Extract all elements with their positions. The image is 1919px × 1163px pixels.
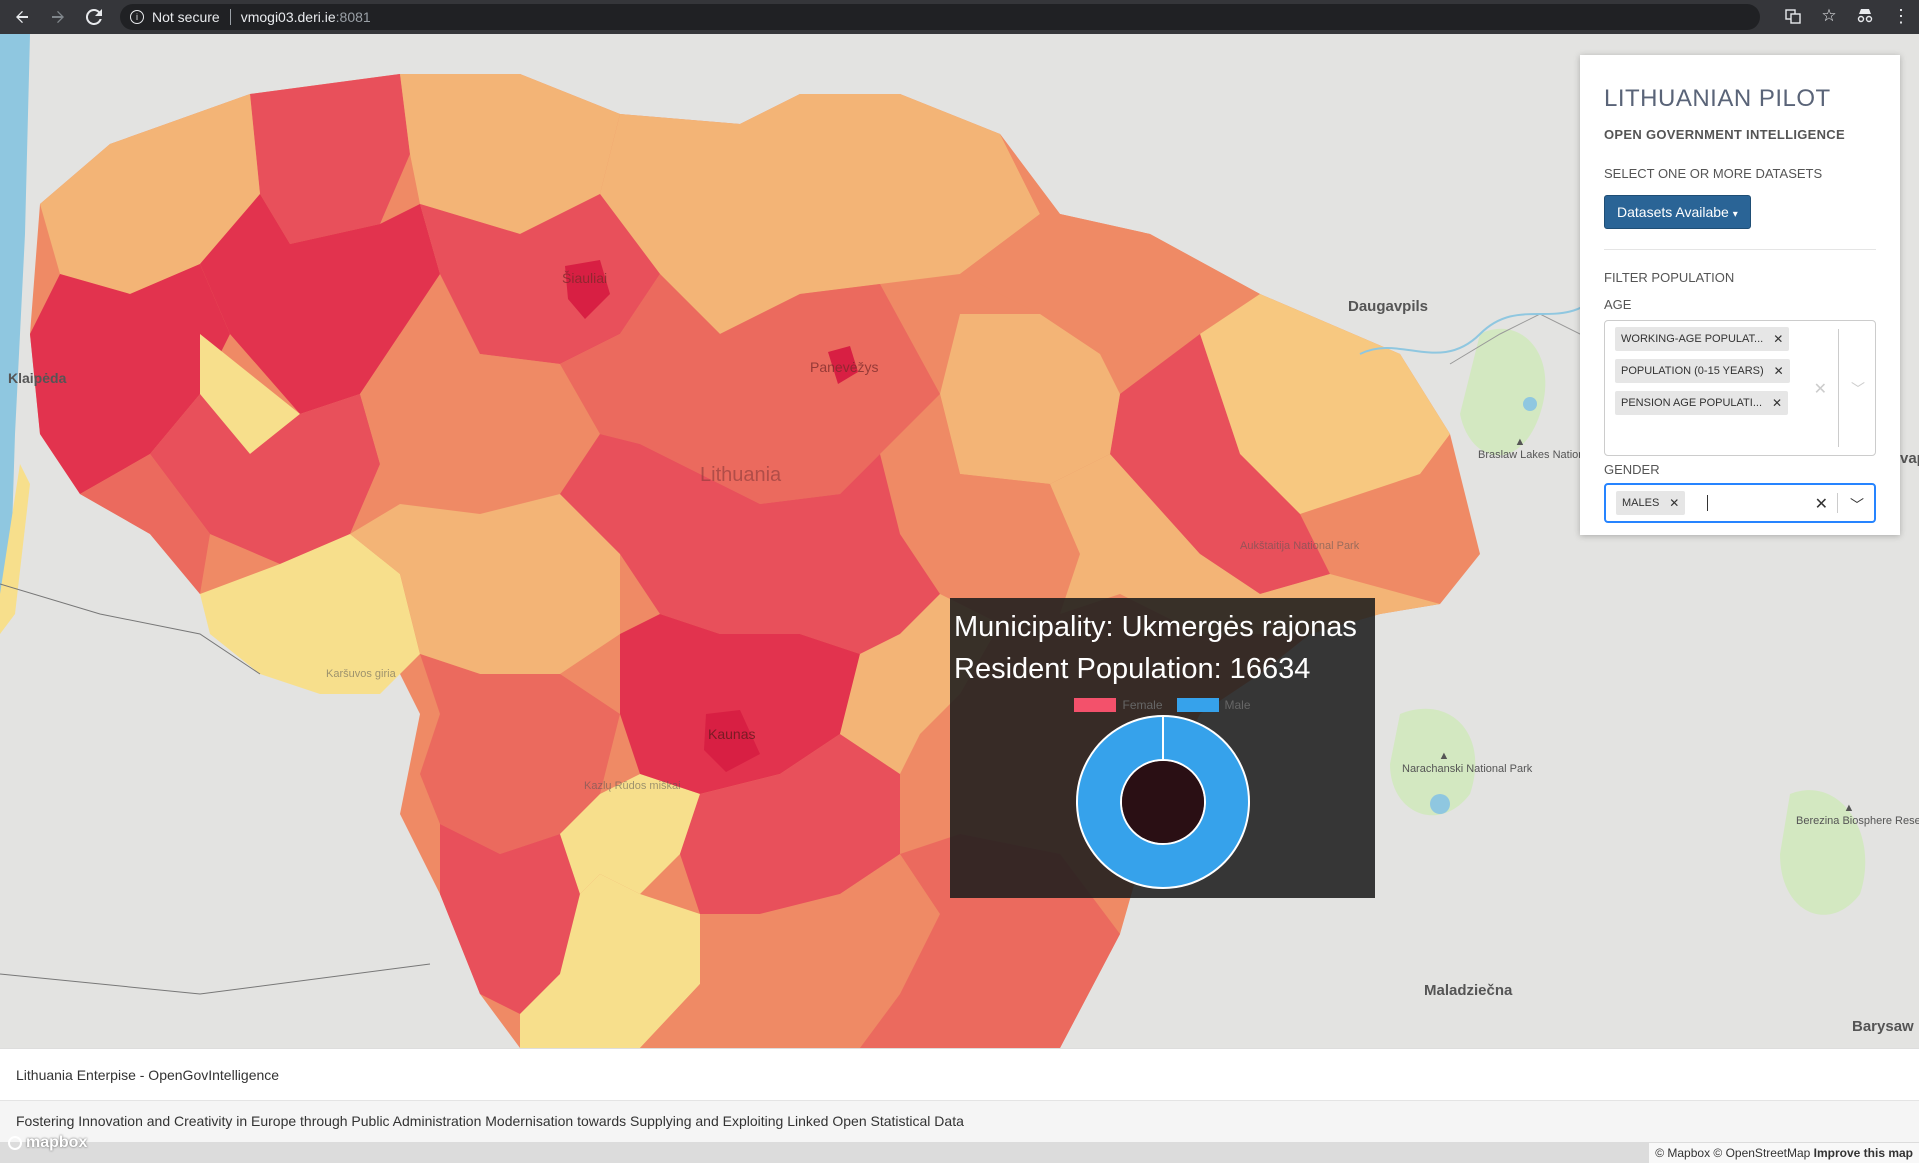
municipality-tooltip: Municipality: Ukmergės rajonas Resident … <box>950 598 1375 898</box>
chip-label: MALES <box>1622 497 1660 509</box>
city-label: Panevėžys <box>810 359 879 375</box>
datasets-hint: SELECT ONE OR MORE DATASETS <box>1604 166 1823 181</box>
park-name: Kazlų Rūdos miškai <box>584 780 681 792</box>
legend-label-female: Female <box>1122 698 1163 712</box>
city-label: Šiauliai <box>562 270 608 286</box>
info-icon[interactable]: i <box>130 10 144 24</box>
filter-label: FILTER POPULATION <box>1604 270 1735 285</box>
tree-icon: ▲ <box>1843 802 1855 814</box>
age-chip: WORKING-AGE POPULAT... ✕ <box>1615 327 1790 351</box>
address-bar[interactable]: i Not secure vmogi03.deri.ie :8081 <box>120 4 1760 30</box>
age-chip: PENSION AGE POPULATI... ✕ <box>1615 391 1789 415</box>
datasets-button-label: Datasets Availabe <box>1617 204 1729 220</box>
incognito-icon[interactable] <box>1855 6 1875 26</box>
chip-remove-icon[interactable]: ✕ <box>1774 364 1784 378</box>
footer-description-text: Fostering Innovation and Creativity in E… <box>16 1113 964 1129</box>
url-host: vmogi03.deri.ie <box>240 9 336 25</box>
country-label: Lithuania <box>700 464 782 486</box>
tooltip-municipality: Municipality: Ukmergės rajonas <box>954 611 1357 643</box>
legend-swatch-female <box>1074 698 1117 712</box>
datasets-dropdown-button[interactable]: Datasets Availabe ▾ <box>1604 195 1751 229</box>
divider <box>1604 249 1876 250</box>
park-label: Aukštaitija National Park <box>1240 540 1359 553</box>
forward-arrow-icon[interactable] <box>44 3 72 31</box>
chip-label: PENSION AGE POPULATI... <box>1621 397 1763 409</box>
chip-label: WORKING-AGE POPULAT... <box>1621 333 1764 345</box>
edge-label: vap <box>1900 450 1919 467</box>
footer-description: Fostering Innovation and Creativity in E… <box>0 1100 1919 1142</box>
age-chip: POPULATION (0-15 YEARS) ✕ <box>1615 359 1790 383</box>
legend-label-male: Male <box>1224 698 1251 712</box>
tree-icon: ▲ <box>1438 750 1450 762</box>
mapbox-icon <box>8 1136 22 1150</box>
star-icon[interactable]: ☆ <box>1819 6 1839 26</box>
panel-subtitle: OPEN GOVERNMENT INTELLIGENCE <box>1604 127 1845 142</box>
park-label: Karšuvos giria <box>326 668 396 681</box>
park-name: Narachanski National Park <box>1402 763 1533 775</box>
control-panel: LITHUANIAN PILOT OPEN GOVERNMENT INTELLI… <box>1580 55 1900 535</box>
improve-map-link[interactable]: Improve this map <box>1814 1146 1913 1160</box>
text-cursor <box>1707 495 1709 511</box>
menu-icon[interactable]: ⋮ <box>1891 6 1911 26</box>
age-multiselect[interactable]: WORKING-AGE POPULAT... ✕ POPULATION (0-1… <box>1604 320 1876 456</box>
attribution-text[interactable]: © Mapbox © OpenStreetMap <box>1655 1146 1810 1160</box>
border-line <box>0 963 431 995</box>
lake <box>1430 794 1450 814</box>
footer-title-text: Lithuania Enterpise - OpenGovIntelligenc… <box>16 1067 280 1083</box>
browser-toolbar: i Not secure vmogi03.deri.ie :8081 ☆ ⋮ <box>0 0 1919 34</box>
gender-donut-chart <box>1076 715 1250 889</box>
caret-down-icon: ▾ <box>1732 209 1738 220</box>
chip-remove-icon[interactable]: ✕ <box>1669 496 1679 510</box>
chip-remove-icon[interactable]: ✕ <box>1772 396 1782 410</box>
footer-title: Lithuania Enterpise - OpenGovIntelligenc… <box>0 1048 1919 1100</box>
gender-label: GENDER <box>1604 462 1660 477</box>
age-label: AGE <box>1604 297 1632 312</box>
panel-title: LITHUANIAN PILOT <box>1604 85 1831 112</box>
translate-icon[interactable] <box>1783 6 1803 26</box>
mapbox-logo[interactable]: mapbox <box>8 1134 87 1152</box>
legend-item-female[interactable]: Female <box>1074 698 1163 712</box>
donut-hole <box>1122 761 1204 843</box>
chip-remove-icon[interactable]: ✕ <box>1773 332 1783 346</box>
park-name: Aukštaitija National Park <box>1240 540 1360 552</box>
city-label: Maladziečna <box>1424 982 1513 999</box>
reload-icon[interactable] <box>80 3 108 31</box>
park-label: ▲ Braslaw Lakes National Park <box>1478 436 1619 462</box>
back-arrow-icon[interactable] <box>8 3 36 31</box>
separator <box>229 9 231 25</box>
gender-chip: MALES ✕ <box>1616 491 1686 515</box>
legend-item-male[interactable]: Male <box>1176 698 1251 712</box>
clear-icon[interactable]: ✕ <box>1814 379 1827 399</box>
chevron-down-icon[interactable]: ﹀ <box>1851 379 1865 399</box>
park-label: Kazlų Rūdos miškai <box>584 780 681 793</box>
chip-label: POPULATION (0-15 YEARS) <box>1621 365 1764 377</box>
separator <box>1838 329 1839 447</box>
map-attribution: © Mapbox © OpenStreetMap Improve this ma… <box>1649 1143 1919 1163</box>
park-name: Karšuvos giria <box>326 668 396 680</box>
city-label: Klaipėda <box>8 370 67 386</box>
park-label: ▲ Narachanski National Park <box>1402 750 1532 776</box>
tree-icon: ▲ <box>1514 436 1526 448</box>
lake <box>1523 397 1537 411</box>
park-label: ▲ Berezina Biosphere Reserve <box>1796 802 1919 828</box>
mapbox-wordmark: mapbox <box>26 1134 88 1151</box>
tooltip-population: Resident Population: 16634 <box>954 653 1311 685</box>
city-label: Barysaw <box>1852 1018 1914 1035</box>
park-name: Berezina Biosphere Reserve <box>1796 815 1919 827</box>
clear-icon[interactable]: ✕ <box>1815 494 1828 514</box>
url-port: :8081 <box>335 9 371 25</box>
city-label: Daugavpils <box>1348 298 1429 315</box>
legend-swatch-male <box>1176 698 1219 712</box>
security-label: Not secure <box>152 9 220 25</box>
separator <box>1837 493 1838 513</box>
chevron-down-icon[interactable]: ﹀ <box>1850 495 1864 515</box>
gender-select[interactable]: MALES ✕ ✕ ﹀ <box>1604 483 1876 523</box>
city-label: Kaunas <box>708 726 756 742</box>
chart-legend: Female Male <box>954 698 1371 712</box>
